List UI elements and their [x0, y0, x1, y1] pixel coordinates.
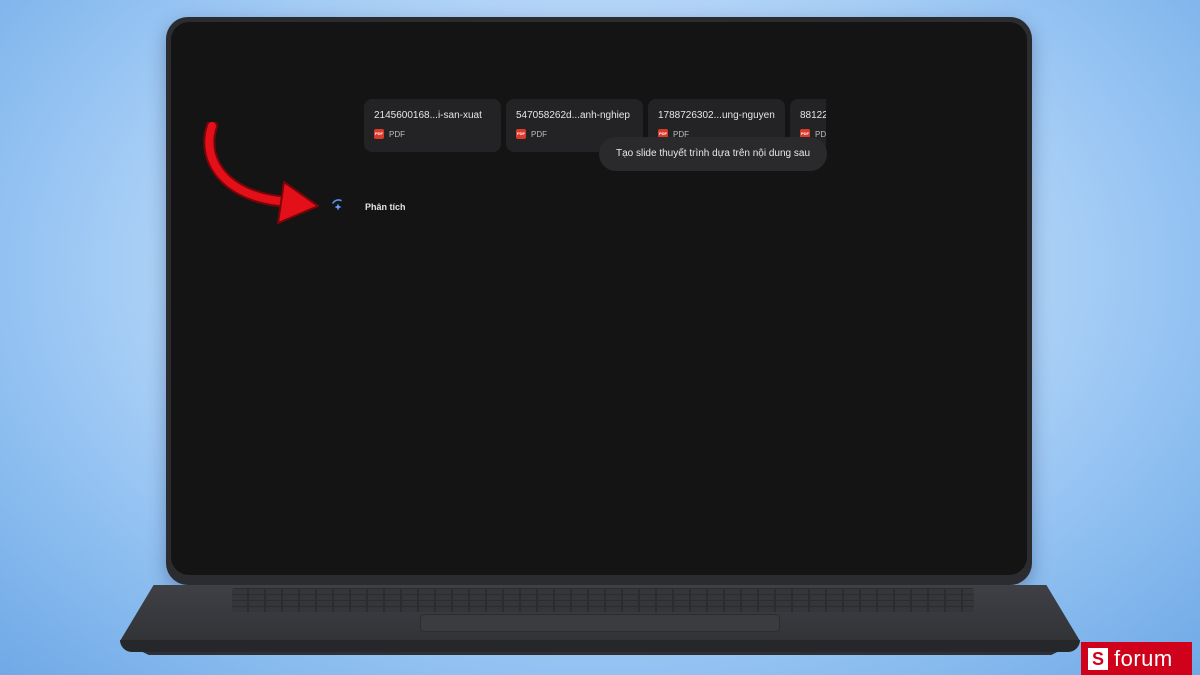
pdf-icon: PDF — [516, 129, 526, 139]
file-name: 2145600168...i-san-xuat — [374, 110, 482, 121]
file-meta: PDF PDF — [374, 129, 491, 139]
sforum-wordmark: forum — [1114, 645, 1173, 671]
file-type: PDF — [389, 129, 405, 139]
sparkle-spinner-icon — [329, 198, 347, 216]
file-name: 547058262d...anh-nghiep — [516, 110, 630, 121]
user-prompt-bubble: Tạo slide thuyết trình dựa trên nội dung… — [599, 137, 827, 171]
screen: 2145600168...i-san-xuat PDF PDF 54705826… — [171, 22, 1027, 575]
analysis-status: Phân tích — [329, 198, 406, 216]
file-name: 1788726302...ung-nguyen — [658, 110, 775, 121]
status-label: Phân tích — [365, 202, 406, 212]
file-chip[interactable]: 2145600168...i-san-xuat PDF PDF — [364, 99, 501, 152]
keyboard — [232, 588, 974, 612]
sforum-logo: S forum — [1081, 642, 1192, 675]
file-type: PDF — [815, 129, 826, 139]
pdf-icon: PDF — [374, 129, 384, 139]
curved-arrow-icon — [203, 122, 319, 224]
trackpad — [420, 614, 780, 632]
file-type: PDF — [531, 129, 547, 139]
file-name: 881226 — [800, 110, 826, 121]
sforum-mark: S — [1088, 647, 1108, 670]
laptop-base-lip — [120, 640, 1080, 652]
